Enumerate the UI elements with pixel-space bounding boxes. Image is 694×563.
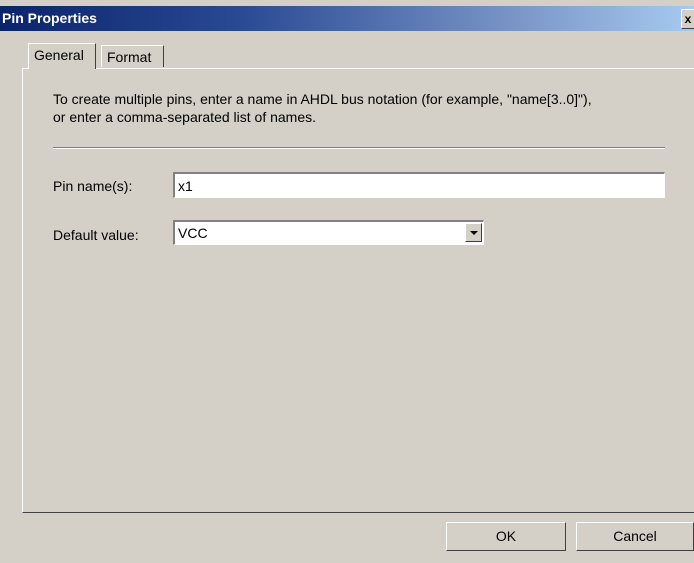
close-button[interactable]: x xyxy=(681,9,694,29)
title-bar[interactable]: Pin Properties x xyxy=(0,6,694,31)
pin-name-label: Pin name(s): xyxy=(53,178,133,194)
pin-properties-dialog: Pin Properties x General Format To creat… xyxy=(0,0,694,563)
default-value-label: Default value: xyxy=(53,227,139,243)
instructions-line-2: or enter a comma-separated list of names… xyxy=(53,109,317,125)
ok-button[interactable]: OK xyxy=(446,522,566,551)
tab-panel-general xyxy=(22,68,694,513)
default-value-select[interactable]: VCC xyxy=(173,220,484,245)
instructions-text: To create multiple pins, enter a name in… xyxy=(53,90,693,126)
tab-general[interactable]: General xyxy=(28,43,96,69)
cancel-button[interactable]: Cancel xyxy=(576,522,694,551)
window-title: Pin Properties xyxy=(2,10,97,26)
instructions-line-1: To create multiple pins, enter a name in… xyxy=(53,91,592,107)
separator xyxy=(53,147,665,149)
close-icon: x xyxy=(684,12,692,26)
tab-format[interactable]: Format xyxy=(101,45,164,67)
chevron-down-icon[interactable] xyxy=(465,223,482,242)
pin-name-input[interactable] xyxy=(173,172,665,198)
default-value-selected: VCC xyxy=(178,225,208,241)
